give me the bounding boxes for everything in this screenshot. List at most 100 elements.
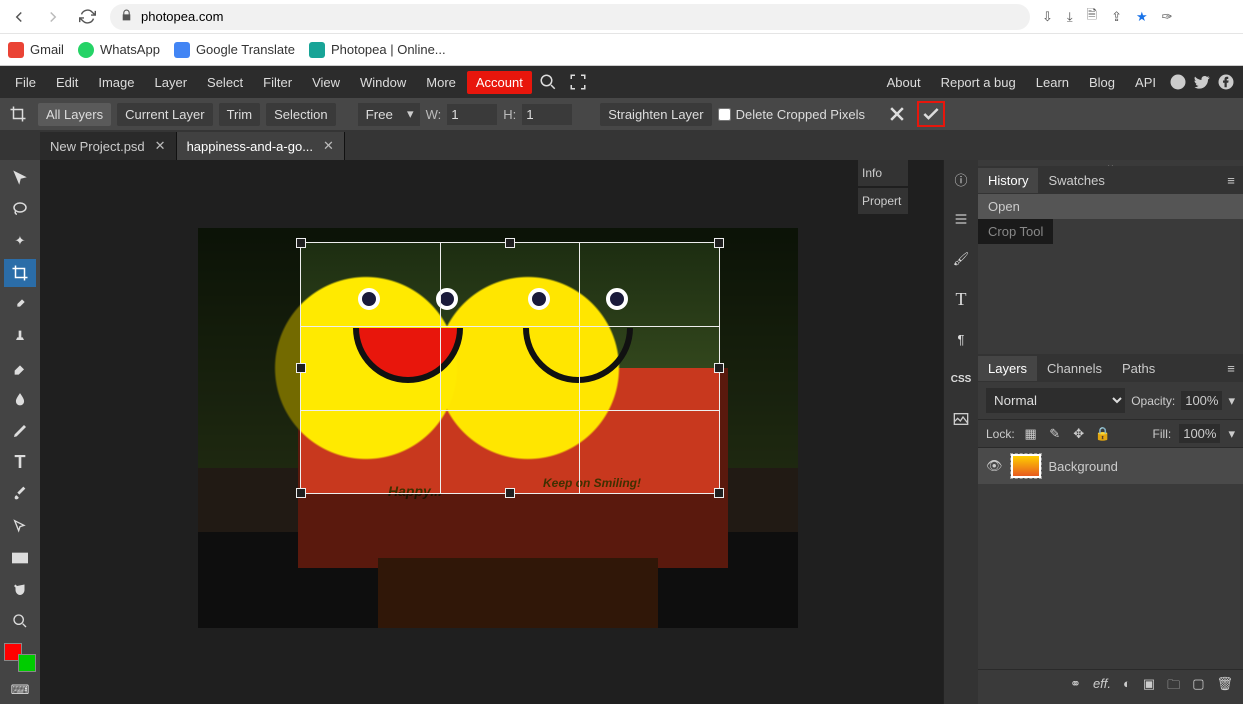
lock-all-icon[interactable]: 🔒 xyxy=(1095,426,1111,442)
link-report-bug[interactable]: Report a bug xyxy=(932,71,1025,94)
properties-label[interactable]: Propert xyxy=(858,188,908,214)
height-input[interactable] xyxy=(522,104,572,125)
delete-cropped-checkbox[interactable]: Delete Cropped Pixels xyxy=(718,107,865,122)
menu-filter[interactable]: Filter xyxy=(254,71,301,94)
bookmark-gmail[interactable]: Gmail xyxy=(8,42,64,58)
adjustment-layer-icon[interactable]: ▣ xyxy=(1143,676,1155,698)
search-icon[interactable] xyxy=(534,69,562,95)
facebook-icon[interactable] xyxy=(1215,71,1237,93)
twitter-icon[interactable] xyxy=(1191,71,1213,93)
extension-icon[interactable]: ✑ xyxy=(1162,9,1173,25)
delete-layer-icon[interactable]: 🗑 xyxy=(1216,676,1233,698)
css-panel-icon[interactable]: CSS xyxy=(945,364,977,394)
all-layers-button[interactable]: All Layers xyxy=(38,103,111,126)
tab-paths[interactable]: Paths xyxy=(1112,356,1165,381)
account-button[interactable]: Account xyxy=(467,71,532,94)
install-icon[interactable]: ⤓ xyxy=(1067,9,1073,25)
doc-tab-happiness[interactable]: happiness-and-a-go...✕ xyxy=(177,132,345,160)
shape-tool[interactable] xyxy=(4,544,36,572)
history-item-crop[interactable]: Crop Tool xyxy=(978,219,1053,244)
link-about[interactable]: About xyxy=(878,71,930,94)
selection-button[interactable]: Selection xyxy=(266,103,335,126)
layer-effects-icon[interactable]: eff. xyxy=(1093,676,1111,698)
lock-position-icon[interactable]: ✥ xyxy=(1071,426,1087,442)
stamp-tool[interactable] xyxy=(4,322,36,350)
doc-tab-new-project[interactable]: New Project.psd✕ xyxy=(40,132,177,160)
image-panel-icon[interactable] xyxy=(945,404,977,434)
hand-tool[interactable] xyxy=(4,576,36,604)
share-icon[interactable]: ⇪ xyxy=(1111,9,1122,25)
menu-file[interactable]: File xyxy=(6,71,45,94)
opacity-value[interactable]: 100% xyxy=(1181,391,1222,410)
paragraph-panel-icon[interactable]: ¶ xyxy=(945,324,977,354)
tab-history[interactable]: History xyxy=(978,168,1038,193)
link-layers-icon[interactable]: ⚭ xyxy=(1070,676,1081,698)
menu-view[interactable]: View xyxy=(303,71,349,94)
download-icon[interactable]: ⇩ xyxy=(1042,9,1053,25)
menu-edit[interactable]: Edit xyxy=(47,71,87,94)
page-icon[interactable]: 🗎 xyxy=(1087,6,1097,28)
blur-tool[interactable] xyxy=(4,386,36,414)
info-panel-icon[interactable]: ⓘ xyxy=(945,164,977,194)
menu-more[interactable]: More xyxy=(417,71,465,94)
forward-button[interactable] xyxy=(42,6,64,28)
brush-panel-icon[interactable]: 🖌 xyxy=(945,244,977,274)
bookmark-translate[interactable]: Google Translate xyxy=(174,42,295,58)
chevron-down-icon[interactable]: ▾ xyxy=(1228,393,1235,409)
current-layer-button[interactable]: Current Layer xyxy=(117,103,212,126)
straighten-button[interactable]: Straighten Layer xyxy=(600,103,711,126)
eyedropper-tool[interactable] xyxy=(4,291,36,319)
cancel-crop-button[interactable] xyxy=(883,101,911,127)
bookmark-photopea[interactable]: Photopea | Online... xyxy=(309,42,446,58)
fullscreen-icon[interactable] xyxy=(564,69,592,95)
close-icon[interactable]: ✕ xyxy=(155,138,166,154)
eraser-tool[interactable] xyxy=(4,354,36,382)
link-learn[interactable]: Learn xyxy=(1027,71,1078,94)
menu-layer[interactable]: Layer xyxy=(146,71,197,94)
info-label[interactable]: Info xyxy=(858,160,908,186)
lasso-tool[interactable] xyxy=(4,196,36,224)
group-icon[interactable]: 🗀 xyxy=(1167,676,1180,698)
link-blog[interactable]: Blog xyxy=(1080,71,1124,94)
layers-panel-menu-icon[interactable]: ≡ xyxy=(1219,361,1243,376)
reddit-icon[interactable] xyxy=(1167,71,1189,93)
aspect-ratio-select[interactable]: Free xyxy=(358,103,420,126)
bookmark-whatsapp[interactable]: WhatsApp xyxy=(78,42,160,58)
properties-panel-icon[interactable] xyxy=(945,204,977,234)
zoom-tool[interactable] xyxy=(4,607,36,635)
type-tool[interactable]: T xyxy=(4,449,36,477)
color-swatches[interactable] xyxy=(4,643,36,673)
reload-button[interactable] xyxy=(76,6,98,28)
pen-tool[interactable] xyxy=(4,417,36,445)
close-icon[interactable]: ✕ xyxy=(323,138,334,154)
back-button[interactable] xyxy=(8,6,30,28)
new-layer-icon[interactable]: ▢ xyxy=(1192,676,1204,698)
lock-transparency-icon[interactable]: ▦ xyxy=(1023,426,1039,442)
tab-swatches[interactable]: Swatches xyxy=(1038,168,1114,193)
url-bar[interactable]: photopea.com xyxy=(110,4,1030,30)
tab-layers[interactable]: Layers xyxy=(978,356,1037,381)
history-panel-menu-icon[interactable]: ≡ xyxy=(1219,173,1243,188)
keyboard-icon[interactable]: ⌨ xyxy=(4,676,36,704)
commit-crop-button[interactable] xyxy=(917,101,945,127)
layer-row-background[interactable]: 👁 Background xyxy=(978,448,1243,484)
history-item-open[interactable]: Open xyxy=(978,194,1243,219)
lock-pixels-icon[interactable]: ✎ xyxy=(1047,426,1063,442)
menu-select[interactable]: Select xyxy=(198,71,252,94)
crop-rectangle[interactable] xyxy=(300,242,720,494)
bookmark-star-icon[interactable]: ★ xyxy=(1136,9,1148,25)
path-select-tool[interactable] xyxy=(4,512,36,540)
tab-channels[interactable]: Channels xyxy=(1037,356,1112,381)
brush-tool[interactable] xyxy=(4,481,36,509)
menu-image[interactable]: Image xyxy=(89,71,143,94)
visibility-icon[interactable]: 👁 xyxy=(986,458,1003,474)
chevron-down-icon[interactable]: ▾ xyxy=(1228,426,1235,442)
blend-mode-select[interactable]: Normal xyxy=(986,388,1125,413)
crop-tool[interactable] xyxy=(4,259,36,287)
move-tool[interactable] xyxy=(4,164,36,192)
trim-button[interactable]: Trim xyxy=(219,103,261,126)
menu-window[interactable]: Window xyxy=(351,71,415,94)
character-panel-icon[interactable]: T xyxy=(945,284,977,314)
wand-tool[interactable]: ✦ xyxy=(4,227,36,255)
fill-value[interactable]: 100% xyxy=(1179,424,1220,443)
